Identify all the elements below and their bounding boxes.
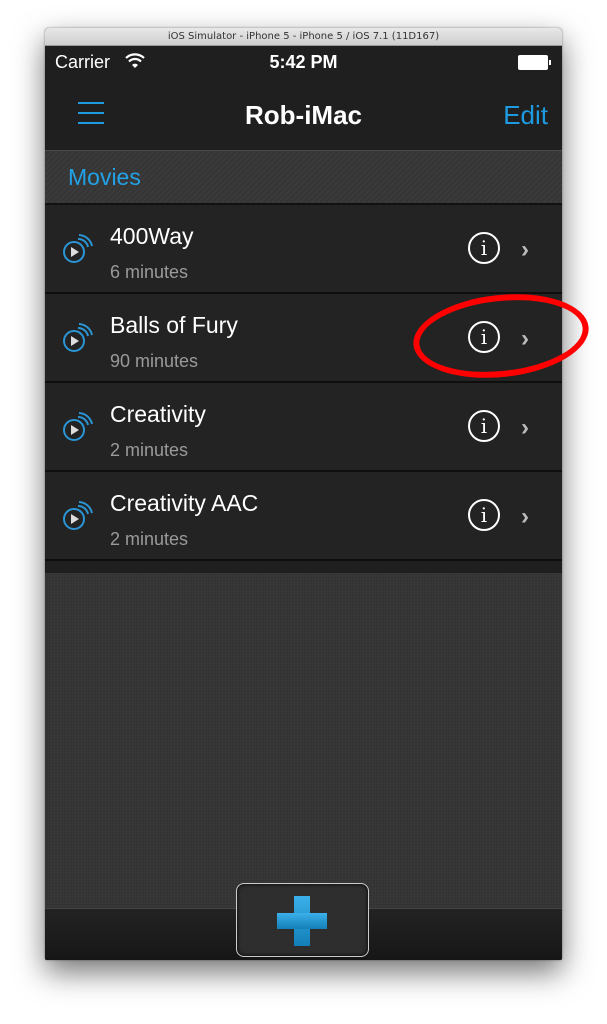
info-icon[interactable]: i bbox=[468, 499, 500, 531]
streaming-play-icon bbox=[63, 412, 93, 441]
iphone-screen: Carrier 5:42 PM Rob-iMac Edit Movies 400… bbox=[45, 46, 562, 960]
movie-row[interactable]: Creativity 2 minutes i › bbox=[45, 383, 562, 472]
movie-row[interactable]: 400Way 6 minutes i › bbox=[45, 205, 562, 294]
movie-duration: 2 minutes bbox=[110, 529, 189, 549]
movie-title: 400Way bbox=[110, 223, 194, 249]
chevron-right-icon[interactable]: › bbox=[521, 325, 529, 353]
simulator-window: iOS Simulator - iPhone 5 - iPhone 5 / iO… bbox=[45, 28, 562, 960]
bottom-toolbar: Add a movie bbox=[45, 883, 562, 960]
nav-title: Rob-iMac bbox=[245, 100, 362, 130]
movie-title: Creativity bbox=[110, 401, 206, 427]
streaming-play-icon bbox=[63, 323, 93, 352]
streaming-play-icon bbox=[63, 234, 93, 263]
add-movie-button[interactable] bbox=[236, 883, 369, 957]
empty-list-area bbox=[45, 573, 562, 908]
window-titlebar: iOS Simulator - iPhone 5 - iPhone 5 / iO… bbox=[45, 28, 562, 46]
battery-icon bbox=[518, 55, 551, 70]
movie-duration: 6 minutes bbox=[110, 262, 189, 282]
clock: 5:42 PM bbox=[269, 52, 338, 72]
movie-duration: 90 minutes bbox=[110, 351, 199, 371]
info-icon[interactable]: i bbox=[468, 410, 500, 442]
plus-icon bbox=[277, 896, 327, 946]
movie-duration: 2 minutes bbox=[110, 440, 189, 460]
chevron-right-icon[interactable]: › bbox=[521, 236, 529, 264]
add-movie-label[interactable]: Add a movie bbox=[45, 958, 562, 960]
movie-title: Creativity AAC bbox=[110, 490, 259, 516]
edit-button[interactable]: Edit bbox=[503, 100, 548, 131]
section-header: Movies bbox=[45, 150, 562, 205]
movie-row[interactable]: Creativity AAC 2 minutes i › bbox=[45, 472, 562, 561]
info-icon[interactable]: i bbox=[468, 321, 500, 353]
streaming-play-icon bbox=[63, 501, 93, 530]
movie-title: Balls of Fury bbox=[110, 312, 238, 338]
section-title: Movies bbox=[68, 164, 141, 190]
movie-row[interactable]: Balls of Fury 90 minutes i › bbox=[45, 294, 562, 383]
status-bar: Carrier 5:42 PM bbox=[45, 46, 562, 80]
chevron-right-icon[interactable]: › bbox=[521, 414, 529, 442]
info-icon[interactable]: i bbox=[468, 232, 500, 264]
chevron-right-icon[interactable]: › bbox=[521, 503, 529, 531]
navigation-bar: Rob-iMac Edit bbox=[45, 80, 562, 150]
